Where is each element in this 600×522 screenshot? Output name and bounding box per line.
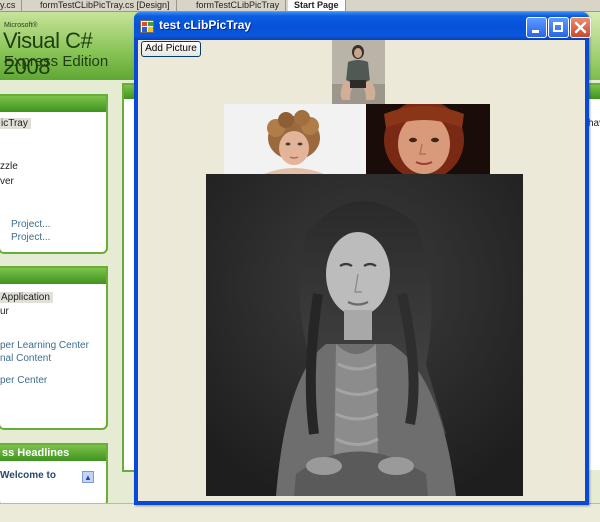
getting-started-item[interactable]: per Center bbox=[0, 375, 47, 386]
getting-started-item[interactable]: Application bbox=[0, 292, 53, 303]
open-project-link[interactable]: Project... bbox=[11, 219, 50, 230]
recent-projects-panel: icTray zzle ver Project... Project... bbox=[0, 94, 108, 254]
ide-status-area bbox=[0, 503, 600, 522]
panel-header bbox=[0, 96, 106, 112]
create-project-link[interactable]: Project... bbox=[11, 232, 50, 243]
getting-started-item[interactable]: per Learning Center bbox=[0, 340, 89, 351]
recent-project-item[interactable]: icTray bbox=[0, 118, 31, 129]
tab-start-page[interactable]: Start Page bbox=[288, 0, 346, 11]
thumbnail-seated-woman[interactable] bbox=[332, 40, 385, 104]
right-panel-text: hav bbox=[588, 118, 600, 129]
tab-label: y.cs bbox=[0, 0, 16, 10]
scroll-up-button[interactable]: ▲ bbox=[82, 471, 94, 483]
tab-label: formTestCLibPicTray.cs [Design] bbox=[40, 0, 170, 10]
minimize-icon bbox=[532, 30, 539, 33]
banner-edition: Express Edition bbox=[4, 53, 109, 70]
recent-project-item[interactable]: ver bbox=[0, 176, 14, 187]
window-titlebar[interactable]: test cLibPicTray bbox=[134, 12, 591, 40]
maximize-icon bbox=[553, 22, 563, 32]
getting-started-item[interactable]: ur bbox=[0, 306, 9, 317]
getting-started-item[interactable]: nal Content bbox=[0, 353, 51, 364]
minimize-button[interactable] bbox=[526, 17, 547, 38]
panel-header bbox=[0, 268, 106, 284]
recent-project-item[interactable]: zzle bbox=[0, 161, 18, 172]
tab-label: formTestCLibPicTray bbox=[196, 0, 280, 10]
picture-tray-area: Add Picture bbox=[138, 40, 585, 501]
add-picture-button[interactable]: Add Picture bbox=[141, 41, 201, 57]
headlines-panel: ss Headlines Welcome to ▲ bbox=[0, 443, 108, 507]
tab-form[interactable]: formTestCLibPicTray bbox=[190, 0, 287, 11]
maximize-button[interactable] bbox=[548, 17, 569, 38]
getting-started-panel: Application ur per Learning Center nal C… bbox=[0, 266, 108, 430]
tab-form-design[interactable]: formTestCLibPicTray.cs [Design] bbox=[34, 0, 177, 11]
app-icon[interactable] bbox=[140, 20, 154, 33]
ide-document-tabs: y.cs formTestCLibPicTray.cs [Design] for… bbox=[0, 0, 600, 12]
headlines-header: ss Headlines bbox=[0, 445, 106, 461]
close-icon bbox=[574, 21, 587, 34]
close-button[interactable] bbox=[570, 17, 591, 38]
window-title: test cLibPicTray bbox=[159, 18, 252, 32]
tab-cs-file[interactable]: y.cs bbox=[0, 0, 23, 11]
large-bw-portrait[interactable] bbox=[206, 174, 523, 496]
vs-express-banner: Microsoft® Visual C# 2008 Express Editio… bbox=[0, 12, 138, 80]
test-window: test cLibPicTray Add Picture bbox=[134, 12, 591, 505]
tab-label: Start Page bbox=[294, 0, 339, 10]
thumbnail-red-hair-portrait[interactable] bbox=[366, 104, 490, 174]
headline-item[interactable]: Welcome to bbox=[0, 470, 56, 481]
thumbnail-curly-blonde[interactable] bbox=[224, 104, 366, 174]
